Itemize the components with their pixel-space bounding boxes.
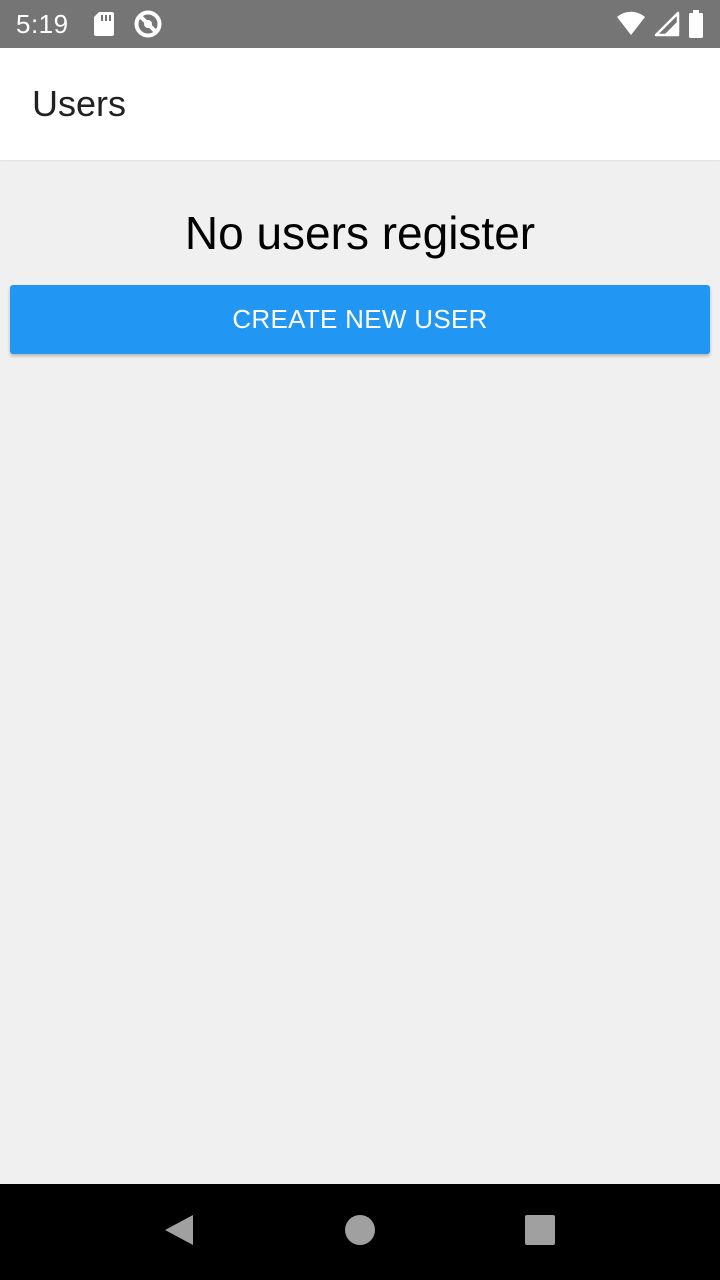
home-icon: [344, 1214, 376, 1251]
battery-icon: [688, 10, 704, 38]
wifi-icon: [616, 11, 646, 37]
app-bar: Users: [0, 48, 720, 160]
back-icon: [163, 1213, 195, 1252]
status-time: 5:19: [16, 8, 69, 39]
no-sync-icon: [133, 9, 163, 39]
empty-state-message: No users register: [184, 207, 536, 259]
back-button[interactable]: [119, 1184, 239, 1280]
cell-signal-icon: [654, 11, 680, 37]
status-bar: 5:19: [0, 0, 720, 48]
recents-button[interactable]: [480, 1184, 600, 1280]
screen: 5:19 Users No users register CREATE NEW …: [0, 0, 720, 1280]
navigation-bar: [0, 1184, 720, 1280]
main-content: No users register CREATE NEW USER: [0, 160, 720, 1184]
recents-icon: [525, 1214, 555, 1250]
page-title: Users: [32, 83, 127, 124]
status-notification-icons: [93, 9, 163, 39]
create-new-user-button[interactable]: CREATE NEW USER: [10, 285, 710, 354]
sd-card-icon: [93, 11, 115, 37]
home-button[interactable]: [300, 1184, 420, 1280]
status-system-icons: [616, 10, 704, 38]
